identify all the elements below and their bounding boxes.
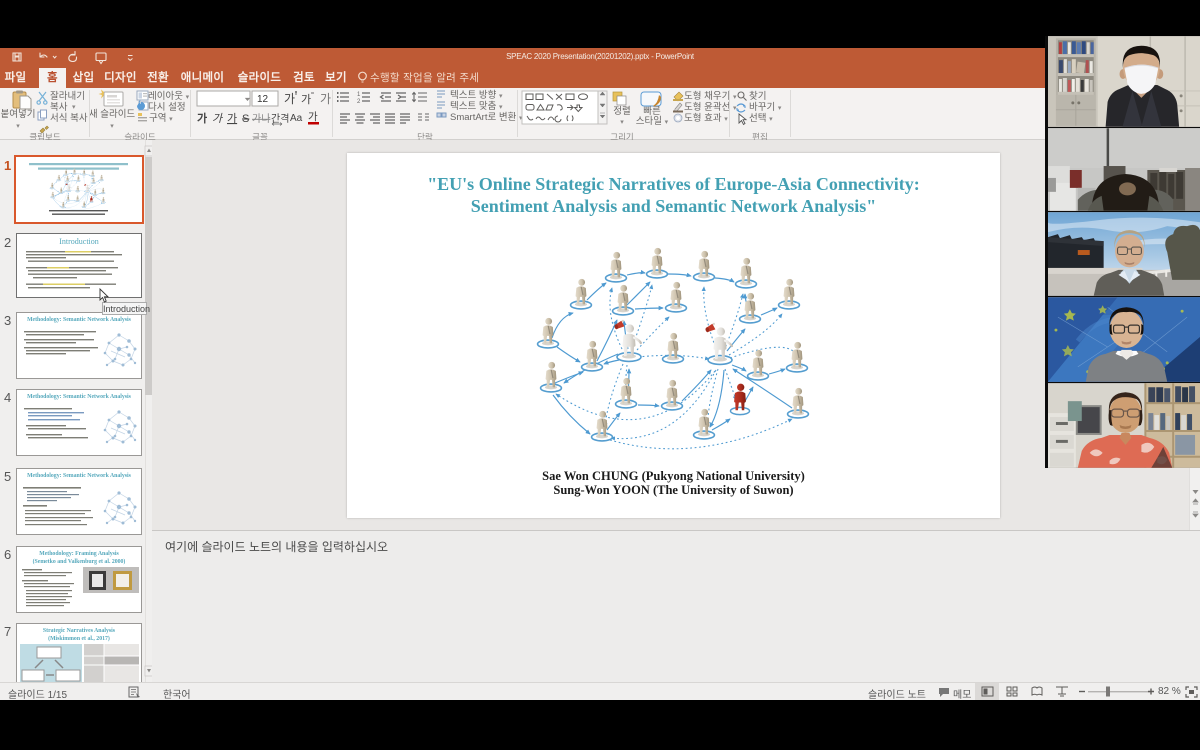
svg-text:서식 복사: 서식 복사 (50, 113, 88, 124)
svg-text:가: 가 (301, 93, 311, 106)
svg-text:2: 2 (357, 99, 361, 105)
svg-text:선택 ▾: 선택 ▾ (749, 113, 773, 124)
svg-text:S: S (242, 113, 249, 125)
svg-text:텍스트 맞춤 ▾: 텍스트 맞춤 ▾ (450, 100, 503, 112)
svg-text:구역 ▾: 구역 ▾ (149, 113, 173, 124)
svg-text:도형 효과 ▾: 도형 효과 ▾ (684, 113, 728, 124)
svg-text:가: 가 (197, 111, 207, 125)
svg-text:찾기: 찾기 (749, 91, 766, 102)
svg-text:레이아웃 ▾: 레이아웃 ▾ (148, 91, 190, 102)
svg-text:12: 12 (257, 94, 269, 105)
svg-text:1: 1 (357, 92, 361, 98)
svg-text:가: 가 (284, 92, 295, 106)
svg-text:가: 가 (227, 112, 237, 125)
svg-text:바꾸기 ▾: 바꾸기 ▾ (749, 102, 782, 113)
svg-text:SmartArt로 변환 ▾: SmartArt로 변환 ▾ (450, 111, 523, 123)
svg-text:Aa: Aa (290, 113, 303, 124)
svg-text:정렬: 정렬 (613, 106, 630, 117)
svg-text:다시 설정: 다시 설정 (148, 102, 186, 113)
svg-text:가: 가 (308, 111, 318, 123)
svg-text:▾: ▾ (110, 123, 114, 130)
svg-text:새 슬라이드: 새 슬라이드 (89, 109, 136, 120)
svg-text:붙여넣기: 붙여넣기 (1, 108, 36, 120)
svg-text:복사: 복사 (50, 102, 68, 113)
svg-text:잘라내기: 잘라내기 (50, 90, 85, 102)
svg-text:가나: 가나 (252, 113, 270, 125)
svg-text:가: 가 (212, 112, 224, 125)
svg-text:스타일 ▾: 스타일 ▾ (636, 116, 669, 127)
svg-text:▾: ▾ (620, 119, 624, 126)
svg-text:가: 가 (320, 92, 331, 106)
svg-text:▾: ▾ (16, 123, 20, 130)
svg-text:텍스트 방향 ▾: 텍스트 방향 ▾ (450, 89, 503, 101)
svg-text:▾: ▾ (72, 104, 76, 111)
